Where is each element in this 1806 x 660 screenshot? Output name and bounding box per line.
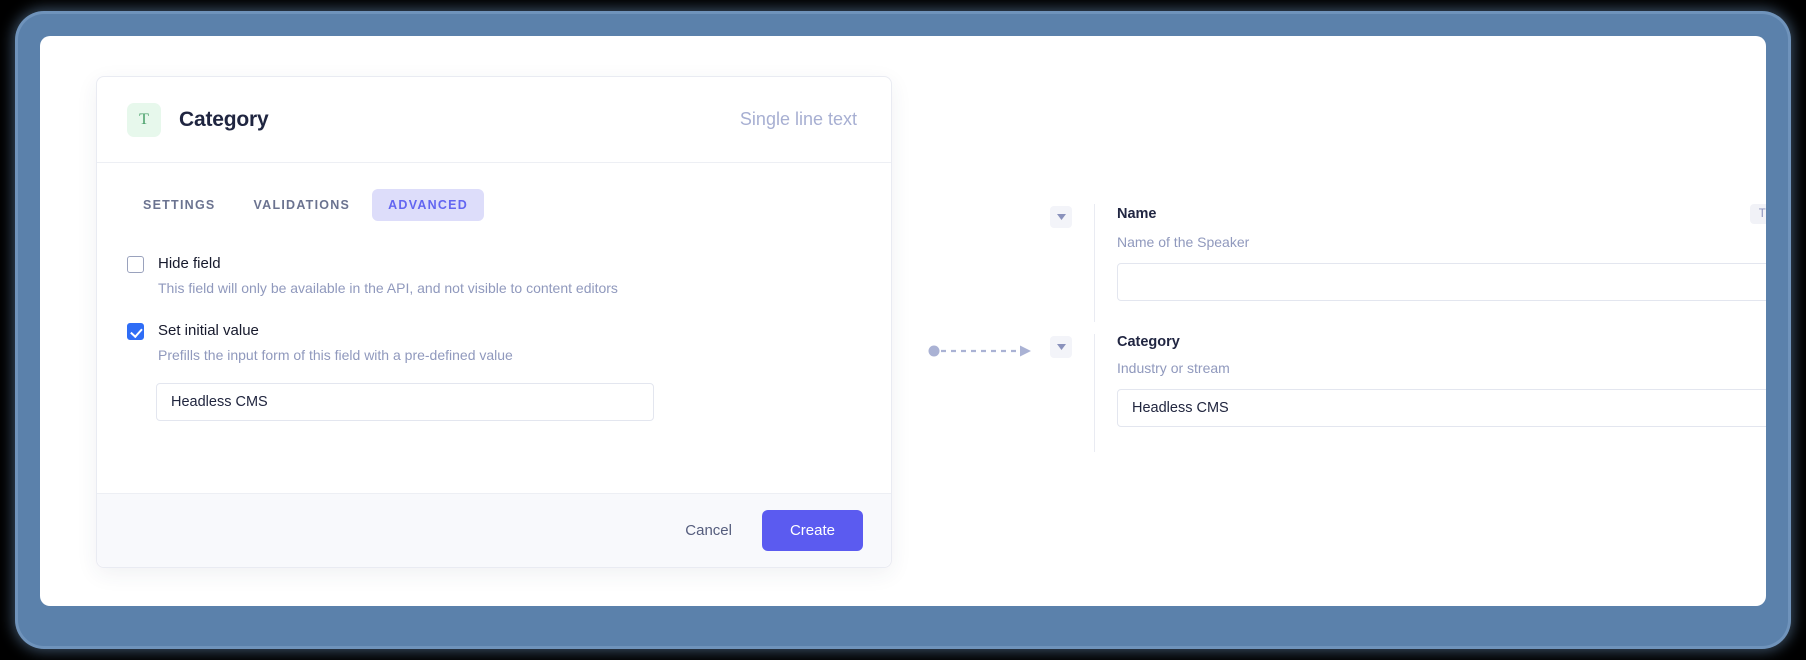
preview-field-header: Name Title xyxy=(1117,204,1766,224)
set-initial-value-group: Set initial value Prefills the input for… xyxy=(127,322,861,421)
hide-field-help-text: This field will only be available in the… xyxy=(158,280,618,296)
text-field-type-icon: T xyxy=(127,102,161,137)
field-divider xyxy=(1094,334,1095,452)
tab-bar: SETTINGS VALIDATIONS ADVANCED xyxy=(127,189,861,221)
modal-body: SETTINGS VALIDATIONS ADVANCED Hide field… xyxy=(97,163,891,493)
hide-field-label: Hide field xyxy=(158,255,221,272)
field-divider xyxy=(1094,204,1095,322)
app-viewport: T Category Single line text SETTINGS VAL… xyxy=(40,36,1766,606)
preview-field-label: Name xyxy=(1117,206,1157,222)
preview-field-header: Category xyxy=(1117,334,1766,350)
preview-name-input[interactable] xyxy=(1117,263,1766,301)
initial-value-input[interactable] xyxy=(156,383,654,421)
preview-field-content: Name Title Name of the Speaker xyxy=(1117,204,1766,301)
preview-category-input[interactable] xyxy=(1117,389,1766,427)
preview-field-content: Category Industry or stream xyxy=(1117,334,1766,427)
preview-field-label: Category xyxy=(1117,334,1180,350)
set-initial-value-label: Set initial value xyxy=(158,322,259,339)
preview-field-category: Category Industry or stream xyxy=(1050,334,1766,452)
initial-value-connector-arrow xyxy=(928,345,1031,357)
chevron-down-icon[interactable] xyxy=(1050,336,1072,358)
content-preview-panel: Name Title Name of the Speaker xyxy=(928,76,1766,568)
status-badge: Title xyxy=(1749,204,1766,224)
set-initial-value-checkbox[interactable] xyxy=(127,323,144,340)
set-initial-value-row: Set initial value xyxy=(127,322,861,340)
preview-field-subtitle: Name of the Speaker xyxy=(1117,234,1250,250)
modal-footer: Cancel Create xyxy=(97,493,891,567)
tab-validations[interactable]: VALIDATIONS xyxy=(238,189,367,221)
hide-field-checkbox[interactable] xyxy=(127,256,144,273)
set-initial-value-help-text: Prefills the input form of this field wi… xyxy=(158,347,513,363)
page-title: Category xyxy=(179,107,269,131)
field-type-label: Single line text xyxy=(739,109,857,129)
hide-field-row: Hide field xyxy=(127,255,861,273)
create-button[interactable]: Create xyxy=(761,510,863,551)
cancel-button[interactable]: Cancel xyxy=(669,512,748,549)
hide-field-group: Hide field This field will only be avail… xyxy=(127,255,861,299)
modal-header: T Category Single line text xyxy=(97,77,891,163)
preview-field-subtitle: Industry or stream xyxy=(1117,360,1230,376)
preview-field-name: Name Title Name of the Speaker xyxy=(1050,204,1766,322)
tab-settings[interactable]: SETTINGS xyxy=(127,189,232,221)
tab-advanced[interactable]: ADVANCED xyxy=(372,189,485,221)
field-settings-modal: T Category Single line text SETTINGS VAL… xyxy=(96,76,892,568)
chevron-down-icon[interactable] xyxy=(1050,206,1072,228)
browser-frame: T Category Single line text SETTINGS VAL… xyxy=(18,14,1788,646)
type-icon-letter: T xyxy=(139,110,149,128)
